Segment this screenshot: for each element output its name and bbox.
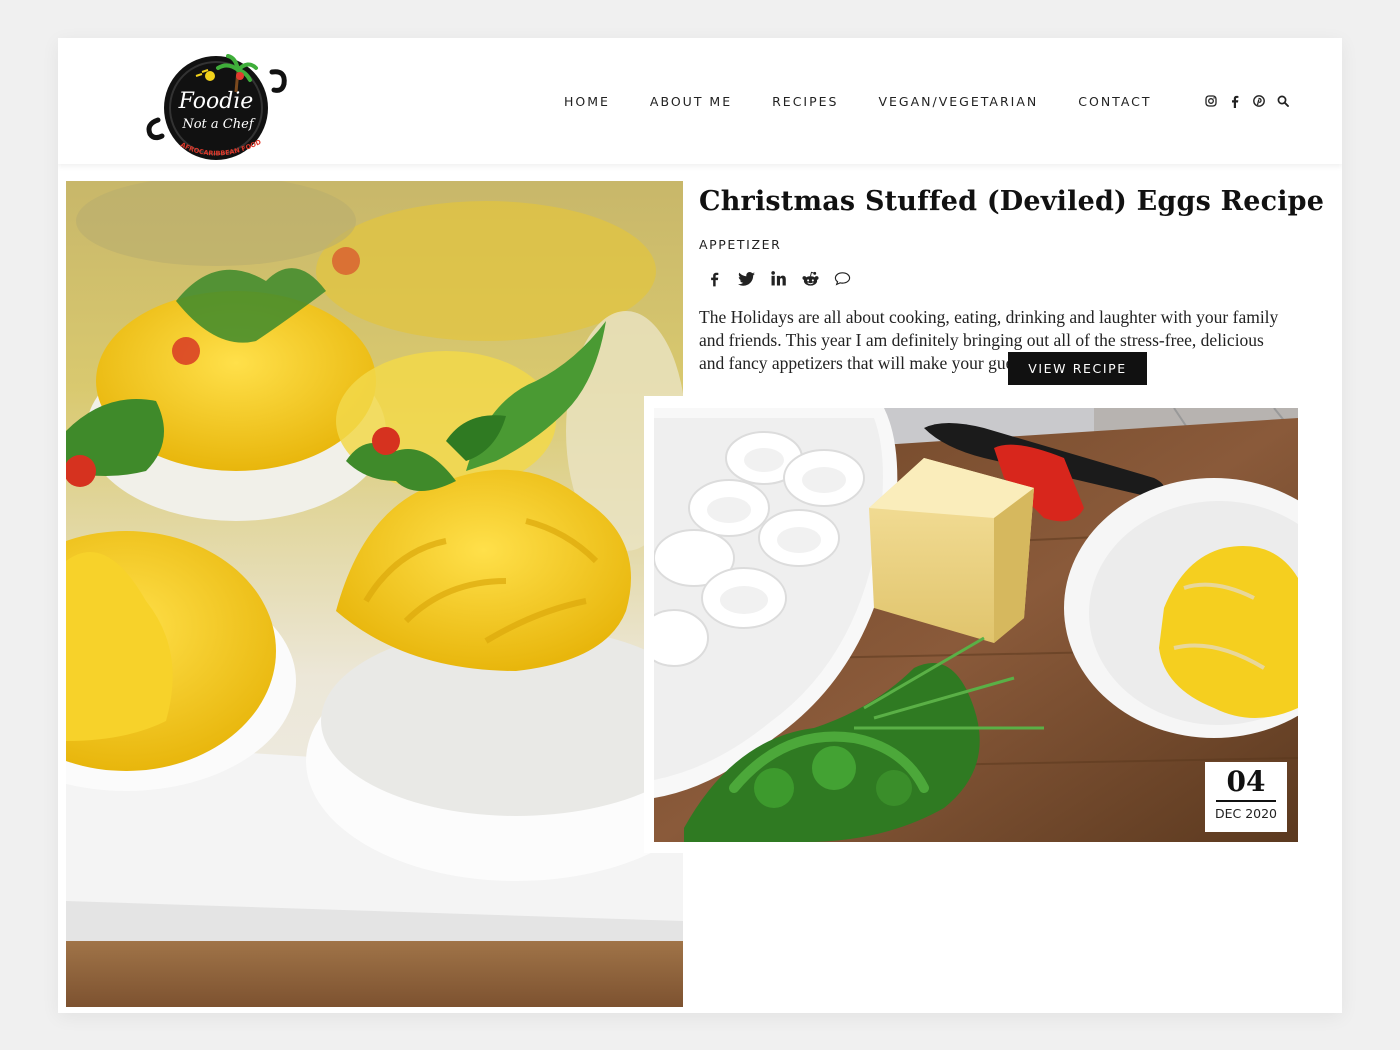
nav-contact[interactable]: CONTACT (1078, 94, 1151, 109)
logo-text-line2: Not a Chef (181, 117, 255, 132)
page-card: Foodie Not a Chef AFROCARIBBEAN FOOD BLO… (58, 38, 1342, 1013)
header-social-icons (1204, 94, 1289, 108)
view-recipe-button[interactable]: VIEW RECIPE (1008, 352, 1147, 385)
share-icons (706, 270, 851, 287)
search-icon[interactable] (1276, 94, 1289, 108)
hero-image-deviled-eggs[interactable] (66, 181, 683, 1007)
facebook-icon[interactable] (1228, 94, 1241, 108)
site-header: Foodie Not a Chef AFROCARIBBEAN FOOD BLO… (58, 38, 1342, 164)
post-date-badge: 04 DEC 2020 (1205, 762, 1287, 832)
instagram-icon[interactable] (1204, 94, 1217, 108)
comment-icon[interactable] (834, 270, 851, 287)
post-date-day: 04 (1226, 765, 1266, 798)
nav-recipes[interactable]: RECIPES (772, 94, 838, 109)
nav-about-me[interactable]: ABOUT ME (650, 94, 732, 109)
twitter-icon[interactable] (738, 270, 755, 287)
logo-text-line1: Foodie (178, 89, 254, 114)
reddit-icon[interactable] (802, 270, 819, 287)
ingredients-photo[interactable] (654, 408, 1298, 842)
post-title[interactable]: Christmas Stuffed (Deviled) Eggs Recipe (699, 186, 1324, 217)
date-divider (1216, 800, 1276, 802)
post-date-month-year: DEC 2020 (1214, 806, 1278, 821)
nav-home[interactable]: HOME (564, 94, 610, 109)
linkedin-icon[interactable] (770, 270, 787, 287)
site-logo[interactable]: Foodie Not a Chef AFROCARIBBEAN FOOD BLO… (144, 42, 292, 166)
post-category[interactable]: APPETIZER (699, 237, 781, 252)
main-nav: HOME ABOUT ME RECIPES VEGAN/VEGETARIAN C… (564, 94, 1152, 109)
nav-vegan-vegetarian[interactable]: VEGAN/VEGETARIAN (878, 94, 1038, 109)
post-excerpt: The Holidays are all about cooking, eati… (699, 307, 1279, 373)
facebook-icon[interactable] (706, 270, 723, 287)
pinterest-icon[interactable] (1252, 94, 1265, 108)
